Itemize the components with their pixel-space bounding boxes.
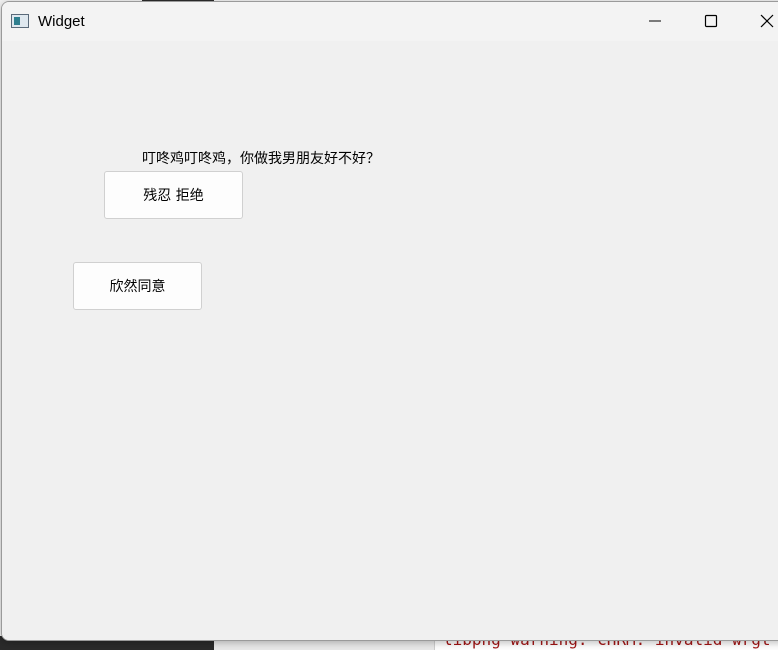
close-button[interactable] (744, 2, 778, 41)
reject-button[interactable]: 残忍 拒绝 (104, 171, 243, 219)
close-icon (760, 14, 774, 28)
accept-button[interactable]: 欣然同意 (73, 262, 202, 310)
minimize-icon (649, 20, 661, 22)
title-bar[interactable]: Widget (2, 2, 778, 41)
question-label: 叮咚鸡叮咚鸡，你做我男朋友好不好？ (142, 151, 380, 167)
maximize-icon (704, 14, 718, 28)
widget-window: Widget 叮咚鸡叮咚鸡，你做我男朋友好不好？ 残忍 拒绝 欣然同意 (1, 1, 778, 641)
maximize-button[interactable] (688, 2, 734, 41)
reject-button-label: 残忍 拒绝 (143, 188, 204, 204)
window-title: Widget (38, 13, 85, 30)
app-icon (11, 14, 29, 28)
minimize-button[interactable] (632, 2, 678, 41)
client-area: 叮咚鸡叮咚鸡，你做我男朋友好不好？ 残忍 拒绝 欣然同意 (2, 41, 778, 640)
accept-button-label: 欣然同意 (109, 279, 166, 295)
